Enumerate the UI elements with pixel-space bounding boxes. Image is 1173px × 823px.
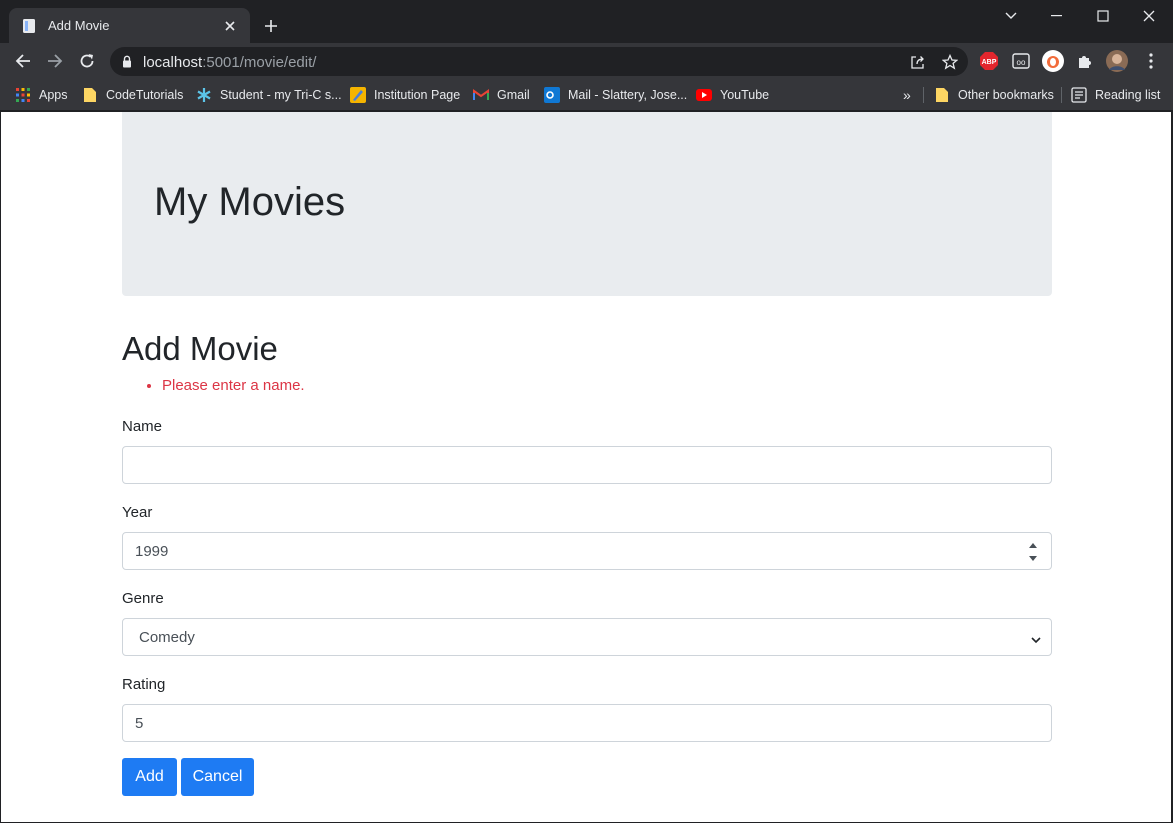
bookmark-codetutorials[interactable]: CodeTutorials [82, 85, 183, 105]
reading-list-button[interactable]: Reading list [1071, 85, 1160, 105]
rating-input[interactable]: 5 [122, 704, 1052, 742]
year-number-input[interactable]: 1999 [122, 532, 1052, 570]
validation-error: Please enter a name. [162, 377, 305, 394]
address-bar[interactable]: localhost:5001/movie/edit/ [110, 47, 968, 76]
apps-grid-icon [15, 87, 31, 103]
spin-up-icon[interactable] [1029, 543, 1037, 548]
page-heading: Add Movie [122, 330, 278, 367]
rating-label: Rating [122, 676, 166, 693]
reader-extension-icon[interactable]: oo [1009, 49, 1033, 73]
genre-selected-value: Comedy [139, 628, 195, 646]
adblock-plus-label: ABP [982, 59, 997, 66]
spin-down-icon[interactable] [1029, 556, 1037, 561]
url-text[interactable]: localhost:5001/movie/edit/ [143, 54, 316, 71]
cancel-button[interactable]: Cancel [181, 758, 254, 796]
number-spinner[interactable] [1029, 543, 1037, 561]
folder-icon [82, 87, 98, 103]
kebab-menu-icon[interactable] [1139, 49, 1163, 73]
bookmark-label: Gmail [497, 88, 530, 102]
bookmark-label: CodeTutorials [106, 88, 184, 102]
bookmark-label: YouTube [720, 88, 770, 102]
minimize-icon[interactable] [1034, 0, 1080, 32]
tab-search-chevron-icon[interactable] [988, 0, 1034, 32]
page-container: My Movies Add Movie Please enter a name.… [122, 112, 1052, 796]
close-window-icon[interactable] [1126, 0, 1172, 32]
bookmark-label: Student - my Tri-C s... [220, 88, 342, 102]
back-arrow-icon[interactable] [9, 47, 37, 75]
bookmark-youtube[interactable]: YouTube [696, 85, 769, 105]
tab-strip: Add Movie [0, 0, 1173, 43]
folder-icon [934, 87, 950, 103]
validation-summary: Please enter a name. [162, 377, 305, 394]
bookmark-institution-page[interactable]: Institution Page [350, 85, 460, 105]
bookmarks-divider [1061, 87, 1062, 103]
genre-select[interactable]: Comedy [122, 618, 1052, 656]
bookmark-student[interactable]: Student - my Tri-C s... [196, 85, 342, 105]
bookmark-label: Reading list [1095, 88, 1161, 102]
chevron-down-icon [1031, 631, 1041, 648]
adblock-plus-icon[interactable]: ABP [977, 49, 1001, 73]
extensions-puzzle-icon[interactable] [1073, 49, 1097, 73]
bookmark-other-bookmarks[interactable]: Other bookmarks [934, 85, 1054, 105]
youtube-icon [696, 87, 712, 103]
bookmark-label: Apps [39, 88, 68, 102]
pencil-icon [350, 87, 366, 103]
maximize-icon[interactable] [1080, 0, 1126, 32]
year-value: 1999 [135, 542, 169, 560]
honey-extension-icon[interactable] [1041, 49, 1065, 73]
profile-avatar[interactable] [1105, 49, 1129, 73]
overflow-chevron-icon: » [903, 87, 911, 103]
close-tab-icon[interactable] [222, 18, 238, 34]
bookmark-apps[interactable]: Apps [15, 85, 68, 105]
reload-icon[interactable] [73, 47, 101, 75]
year-label: Year [122, 504, 153, 521]
gmail-icon [473, 87, 489, 103]
bookmark-label: Other bookmarks [958, 88, 1054, 102]
lock-icon[interactable] [122, 55, 132, 73]
page-favicon-icon [21, 18, 37, 34]
genre-label: Genre [122, 590, 164, 607]
site-title: My Movies [154, 180, 346, 224]
browser-tab[interactable]: Add Movie [9, 8, 250, 43]
name-input[interactable] [122, 446, 1052, 484]
url-path: :5001/movie/edit/ [202, 54, 317, 71]
reader-extension-label: oo [1017, 58, 1026, 67]
bookmarks-divider [923, 87, 924, 103]
reading-list-icon [1071, 87, 1087, 103]
forward-arrow-icon[interactable] [41, 47, 69, 75]
bookmark-label: Mail - Slattery, Jose... [568, 88, 688, 102]
bookmark-star-icon[interactable] [940, 52, 960, 72]
site-header-jumbotron: My Movies [122, 112, 1052, 296]
new-tab-icon[interactable] [259, 14, 283, 38]
share-icon[interactable] [908, 52, 928, 72]
bookmark-gmail[interactable]: Gmail [473, 85, 530, 105]
bookmarks-overflow-button[interactable]: » [903, 85, 911, 105]
snowflake-icon [196, 87, 212, 103]
bookmark-label: Institution Page [374, 88, 461, 102]
bookmark-mail-outlook[interactable]: Mail - Slattery, Jose... [544, 85, 687, 105]
add-button[interactable]: Add [122, 758, 177, 796]
bookmarks-bar: Apps CodeTutorials Student - my Tri-C s.… [0, 79, 1173, 111]
tab-title: Add Movie [48, 18, 110, 33]
page-viewport: My Movies Add Movie Please enter a name.… [1, 112, 1171, 822]
url-host: localhost [143, 54, 203, 71]
browser-toolbar: localhost:5001/movie/edit/ ABP oo [0, 43, 1173, 79]
name-label: Name [122, 418, 163, 435]
outlook-icon [544, 87, 560, 103]
